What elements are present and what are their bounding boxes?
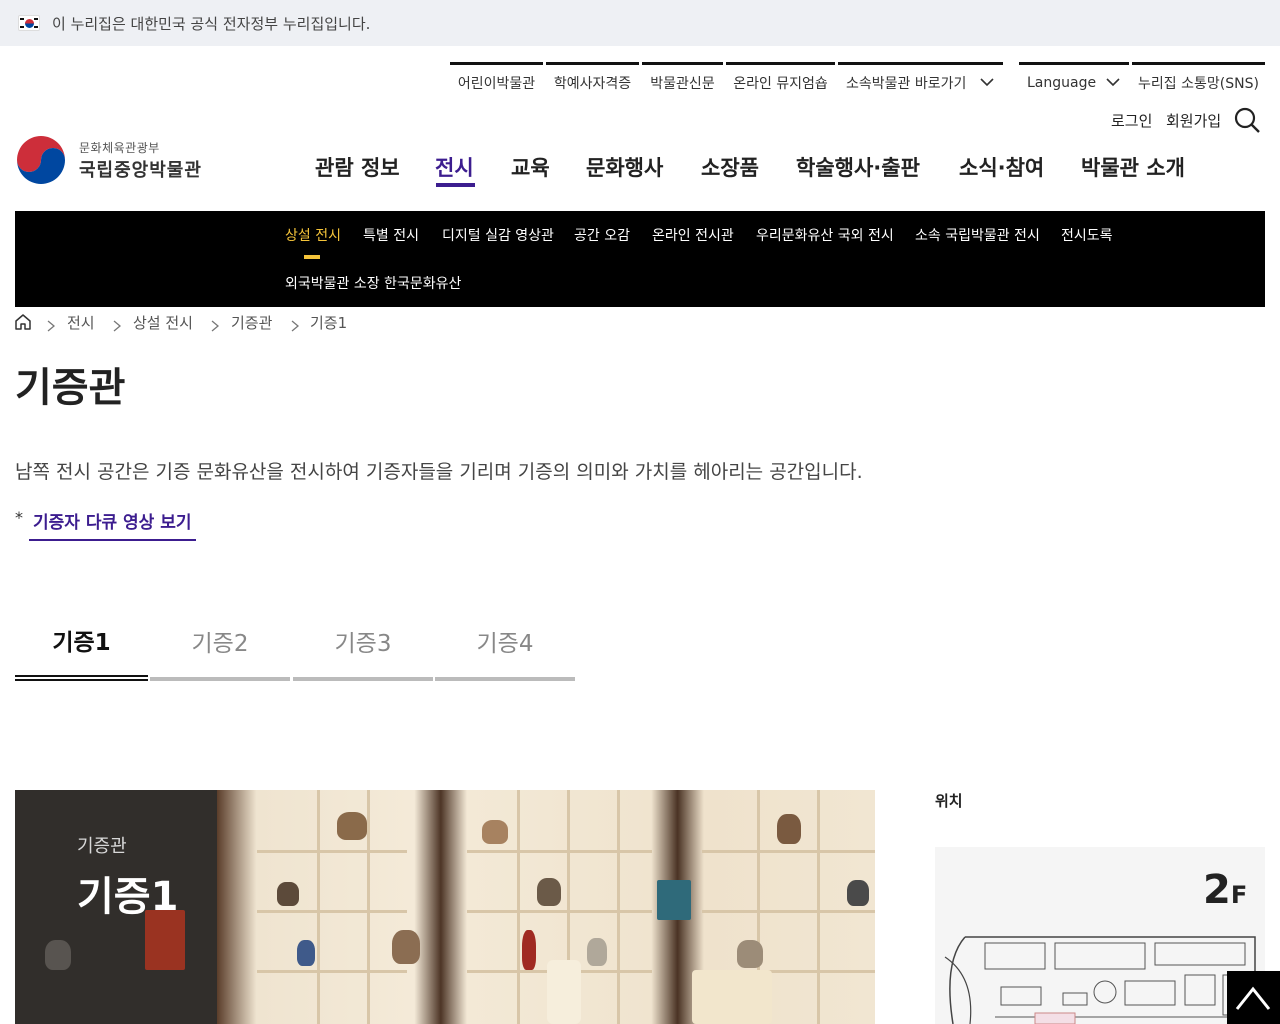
breadcrumb-separator-icon [47,317,56,332]
subnav-permanent[interactable]: 상설 전시 [285,225,341,245]
tab-donation-3[interactable]: 기증3 [293,605,433,681]
subnav-active-indicator [304,255,320,259]
util-link-sns[interactable]: 누리집 소통망(SNS) [1132,62,1265,100]
util-link-newsletter[interactable]: 박물관신문 [642,62,723,100]
util-link-label: 온라인 뮤지엄숍 [733,75,828,92]
breadcrumb-donation-gallery[interactable]: 기증관 [231,312,272,333]
subnav-overseas[interactable]: 우리문화유산 국외 전시 [756,225,894,245]
gnb-news-participation[interactable]: 소식·참여 [959,152,1044,182]
gnb-academic-publications[interactable]: 학술행사·출판 [796,152,920,182]
signup-link[interactable]: 회원가입 [1166,110,1221,131]
util-link-label: 박물관신문 [650,75,715,92]
gallery-photo: 기증관 기증1 [15,790,875,1024]
taegeuk-logo-icon [15,134,67,186]
display-shelves-image [217,790,875,1024]
back-to-top-button[interactable] [1227,971,1280,1024]
subnav-digital-hall[interactable]: 디지털 실감 영상관 [442,225,554,245]
breadcrumb-exhibition[interactable]: 전시 [67,312,95,333]
util-link-affiliated-museums[interactable]: 소속박물관 바로가기 [838,62,1003,100]
subnav-catalogs[interactable]: 전시도록 [1061,225,1113,245]
subnav-space-senses[interactable]: 공간 오감 [574,225,630,245]
util-link-museum-shop[interactable]: 온라인 뮤지엄숍 [726,62,835,100]
exhibition-subnav: 상설 전시 특별 전시 디지털 실감 영상관 공간 오감 온라인 전시관 우리문… [15,211,1265,307]
search-icon[interactable] [1233,106,1261,134]
chevron-down-icon[interactable] [1106,74,1120,88]
tab-label: 기증3 [334,631,392,657]
util-link-label: 학예사자격증 [553,75,632,92]
util-link-kids-museum[interactable]: 어린이박물관 [450,62,543,100]
subnav-online-gallery[interactable]: 온라인 전시관 [652,225,734,245]
gov-banner: 이 누리집은 대한민국 공식 전자정부 누리집입니다. [0,0,1280,46]
museum-logo[interactable]: 문화체육관광부 국립중앙박물관 [15,134,215,186]
page-description: 남쪽 전시 공간은 기증 문화유산을 전시하여 기증자들을 기리며 기증의 의미… [15,461,863,483]
logo-ministry-text: 문화체육관광부 [79,140,160,155]
gnb-education[interactable]: 교육 [511,152,550,182]
breadcrumb-separator-icon [291,317,300,332]
tab-label: 기증2 [191,631,249,657]
gnb-about-museum[interactable]: 박물관 소개 [1081,152,1185,182]
tab-donation-1[interactable]: 기증1 [15,605,148,681]
gnb-active-indicator [436,183,475,187]
note-asterisk: * [15,508,23,527]
breadcrumb-separator-icon [211,317,220,332]
gnb-cultural-events[interactable]: 문화행사 [586,152,663,182]
breadcrumb-separator-icon [113,317,122,332]
gov-banner-text: 이 누리집은 대한민국 공식 전자정부 누리집입니다. [52,14,371,33]
gallery-title: 기증1 [77,874,179,920]
util-link-label: Language [1027,74,1097,91]
util-link-label: 누리집 소통망(SNS) [1138,75,1259,92]
util-link-curator-cert[interactable]: 학예사자격증 [546,62,639,100]
tab-label: 기증4 [476,631,534,657]
logo-museum-name: 국립중앙박물관 [79,159,202,181]
tab-donation-4[interactable]: 기증4 [435,605,575,681]
gallery-subtitle: 기증관 [77,836,127,857]
breadcrumb-permanent[interactable]: 상설 전시 [133,312,193,333]
subnav-foreign-collections[interactable]: 외국박물관 소장 한국문화유산 [285,273,461,293]
subnav-special[interactable]: 특별 전시 [363,225,419,245]
breadcrumb-current: 기증1 [310,314,348,332]
arrow-up-icon [1235,986,1271,1010]
tab-label: 기증1 [52,630,111,656]
gnb-exhibition[interactable]: 전시 [435,152,474,182]
donor-documentary-link[interactable]: 기증자 다큐 영상 보기 [29,508,196,541]
korean-flag-icon [18,15,40,31]
page-title: 기증관 [15,365,126,411]
location-label: 위치 [935,792,963,810]
subnav-affiliated[interactable]: 소속 국립박물관 전시 [915,225,1040,245]
login-link[interactable]: 로그인 [1111,110,1152,131]
util-link-label: 어린이박물관 [457,75,536,92]
util-link-label: 소속박물관 바로가기 [846,75,967,92]
floor-map: 2F [935,847,1265,1024]
home-icon[interactable] [14,313,32,331]
gnb-collection[interactable]: 소장품 [701,152,759,182]
chevron-down-icon[interactable] [980,74,994,88]
tab-donation-2[interactable]: 기증2 [150,605,290,681]
floor-plan-drawing [944,936,1256,1024]
gnb-visit-info[interactable]: 관람 정보 [315,152,400,182]
